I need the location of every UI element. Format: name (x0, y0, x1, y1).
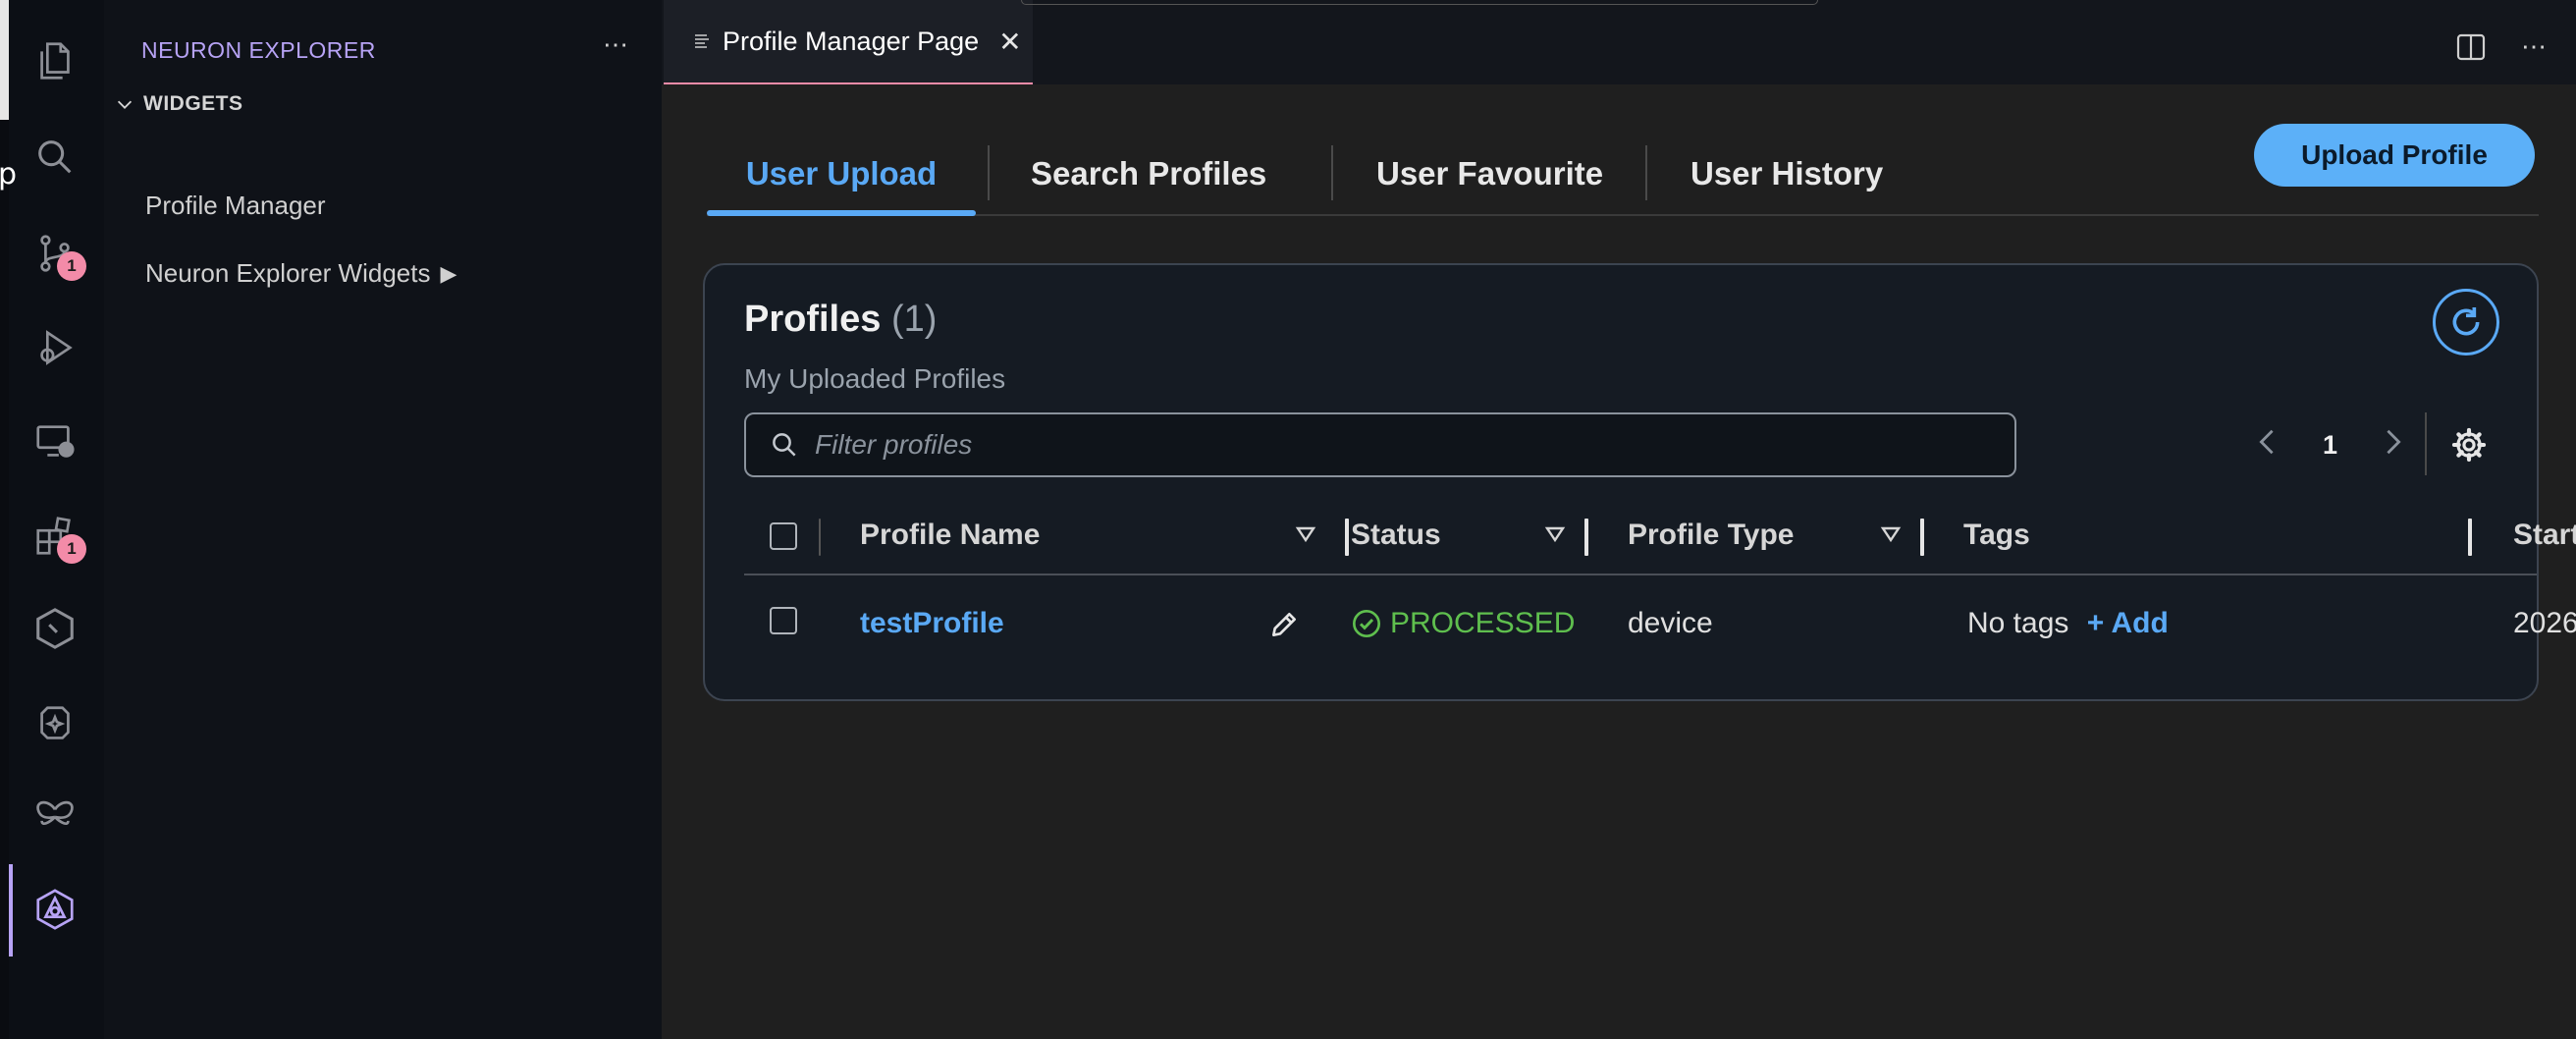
window-edge-highlight (0, 0, 9, 120)
profile-type-cell: device (1628, 607, 1713, 639)
remote-explorer-icon[interactable] (29, 416, 80, 467)
pager-divider (2425, 412, 2427, 475)
command-center-edge (1021, 0, 1818, 5)
widgets-section-label: WIDGETS (143, 92, 243, 115)
select-all-checkbox[interactable] (770, 522, 797, 550)
refresh-icon (2452, 307, 2480, 336)
tab-label: User History (1690, 155, 1884, 191)
tab-user-upload[interactable]: User Upload (707, 136, 976, 216)
neuron-explorer-icon[interactable] (29, 884, 80, 935)
play-triangle-icon: ▶ (440, 260, 457, 286)
start-cell: 2026. (2513, 607, 2576, 639)
files-icon[interactable] (29, 35, 80, 86)
edge-glyph: p (0, 157, 18, 191)
editor-actions: ⋯ (2456, 31, 2547, 62)
document-lines-icon (695, 34, 709, 48)
page-number: 1 (2323, 429, 2338, 460)
tab-divider (1331, 145, 1333, 200)
no-tags-text: No tags (1967, 607, 2069, 639)
chevron-left-icon[interactable] (2256, 428, 2278, 463)
activity-bar: p 1 1 (0, 0, 104, 1039)
pagination: 1 (2256, 414, 2404, 475)
search-icon[interactable] (29, 132, 80, 183)
card-title-text: Profiles (744, 299, 882, 340)
tab-divider (1645, 145, 1647, 200)
chevron-down-icon (117, 100, 133, 109)
sidebar: NEURON EXPLORER ⋯ WIDGETS Profile Manage… (104, 0, 662, 1039)
editor-tab-profile-manager[interactable]: Profile Manager Page ✕ (664, 0, 1033, 84)
sidebar-item-label: Profile Manager (145, 191, 326, 220)
column-resizer[interactable] (2468, 519, 2472, 556)
profile-manager-page: User Upload Search Profiles User Favouri… (662, 84, 2576, 1039)
filter-triangle-icon[interactable] (1879, 522, 1903, 546)
active-indicator (9, 864, 13, 957)
table-header: Profile Name Status Profile Type Tags St… (744, 501, 2576, 575)
close-icon[interactable]: ✕ (998, 26, 1021, 58)
profile-count: (1) (890, 299, 938, 340)
butterfly-icon[interactable] (29, 792, 80, 843)
editor-area: Profile Manager Page ✕ ⋯ User Upload Sea… (662, 0, 2576, 1039)
hexagon-icon[interactable] (29, 603, 80, 654)
sidebar-item-neuron-explorer-widgets[interactable]: Neuron Explorer Widgets ▶ (145, 258, 456, 289)
window-edge: p (0, 0, 17, 1039)
column-header-status[interactable]: Status (1351, 519, 1441, 552)
more-actions-icon[interactable]: ⋯ (2521, 31, 2547, 62)
widgets-section-header[interactable]: WIDGETS (114, 92, 243, 116)
tab-search-profiles[interactable]: Search Profiles (1031, 136, 1266, 212)
column-resizer[interactable] (1920, 519, 1924, 556)
sidebar-title: NEURON EXPLORER (141, 37, 376, 63)
chat-icon[interactable] (29, 699, 80, 750)
column-resizer[interactable] (1584, 519, 1588, 556)
status-badge: PROCESSED (1351, 607, 1575, 640)
column-header-profile-name[interactable]: Profile Name (860, 519, 1040, 552)
tab-label: User Favourite (1376, 155, 1604, 191)
tab-divider (988, 145, 990, 200)
refresh-button[interactable] (2433, 289, 2499, 355)
gear-icon[interactable] (2450, 426, 2488, 464)
active-tab-underline (707, 210, 976, 216)
sidebar-item-label: Neuron Explorer Widgets (145, 258, 431, 288)
filter-triangle-icon[interactable] (1294, 522, 1317, 546)
extensions-icon[interactable]: 1 (29, 511, 86, 564)
tab-user-history[interactable]: User History (1690, 136, 1883, 212)
profile-name-link[interactable]: testProfile (860, 607, 1004, 640)
chevron-right-icon[interactable] (2383, 428, 2404, 463)
run-debug-icon[interactable] (29, 322, 80, 373)
card-subtitle: My Uploaded Profiles (744, 363, 1006, 394)
more-actions-icon[interactable]: ⋯ (603, 29, 628, 60)
row-checkbox[interactable] (770, 607, 797, 634)
table-row: testProfile PROCESSED device No tags + A… (744, 575, 2576, 674)
column-header-profile-type[interactable]: Profile Type (1628, 519, 1794, 552)
extensions-badge: 1 (57, 534, 86, 564)
tab-label: Search Profiles (1031, 155, 1267, 191)
column-divider (819, 519, 821, 556)
card-title: Profiles (1) (744, 299, 937, 341)
sidebar-item-profile-manager[interactable]: Profile Manager (145, 191, 326, 221)
column-header-label: Status (1351, 519, 1441, 551)
source-control-icon[interactable]: 1 (29, 228, 86, 281)
split-editor-icon[interactable] (2456, 33, 2486, 61)
profiles-card: Profiles (1) My Uploaded Profiles Filter… (703, 263, 2576, 701)
search-icon (773, 433, 796, 457)
pencil-icon[interactable] (1268, 609, 1300, 640)
check-circle-icon (1353, 610, 1380, 637)
column-resizer[interactable] (1345, 519, 1349, 556)
filter-profiles-input[interactable]: Filter profiles (744, 412, 2016, 477)
editor-tab-label: Profile Manager Page (723, 26, 980, 56)
column-header-tags[interactable]: Tags (1963, 519, 2030, 552)
editor-tab-bar: Profile Manager Page ✕ ⋯ (662, 0, 2576, 84)
tab-label: User Upload (745, 155, 938, 191)
upload-profile-button[interactable]: Upload Profile (2254, 124, 2535, 187)
source-control-badge: 1 (57, 251, 86, 281)
add-tag-link[interactable]: + Add (2087, 607, 2169, 639)
status-text: PROCESSED (1390, 607, 1576, 639)
filter-placeholder: Filter profiles (815, 429, 973, 460)
tags-cell: No tags + Add (1967, 607, 2169, 640)
filter-triangle-icon[interactable] (1543, 522, 1567, 546)
tab-user-favourite[interactable]: User Favourite (1376, 136, 1603, 212)
column-header-start[interactable]: Start (2513, 519, 2576, 552)
